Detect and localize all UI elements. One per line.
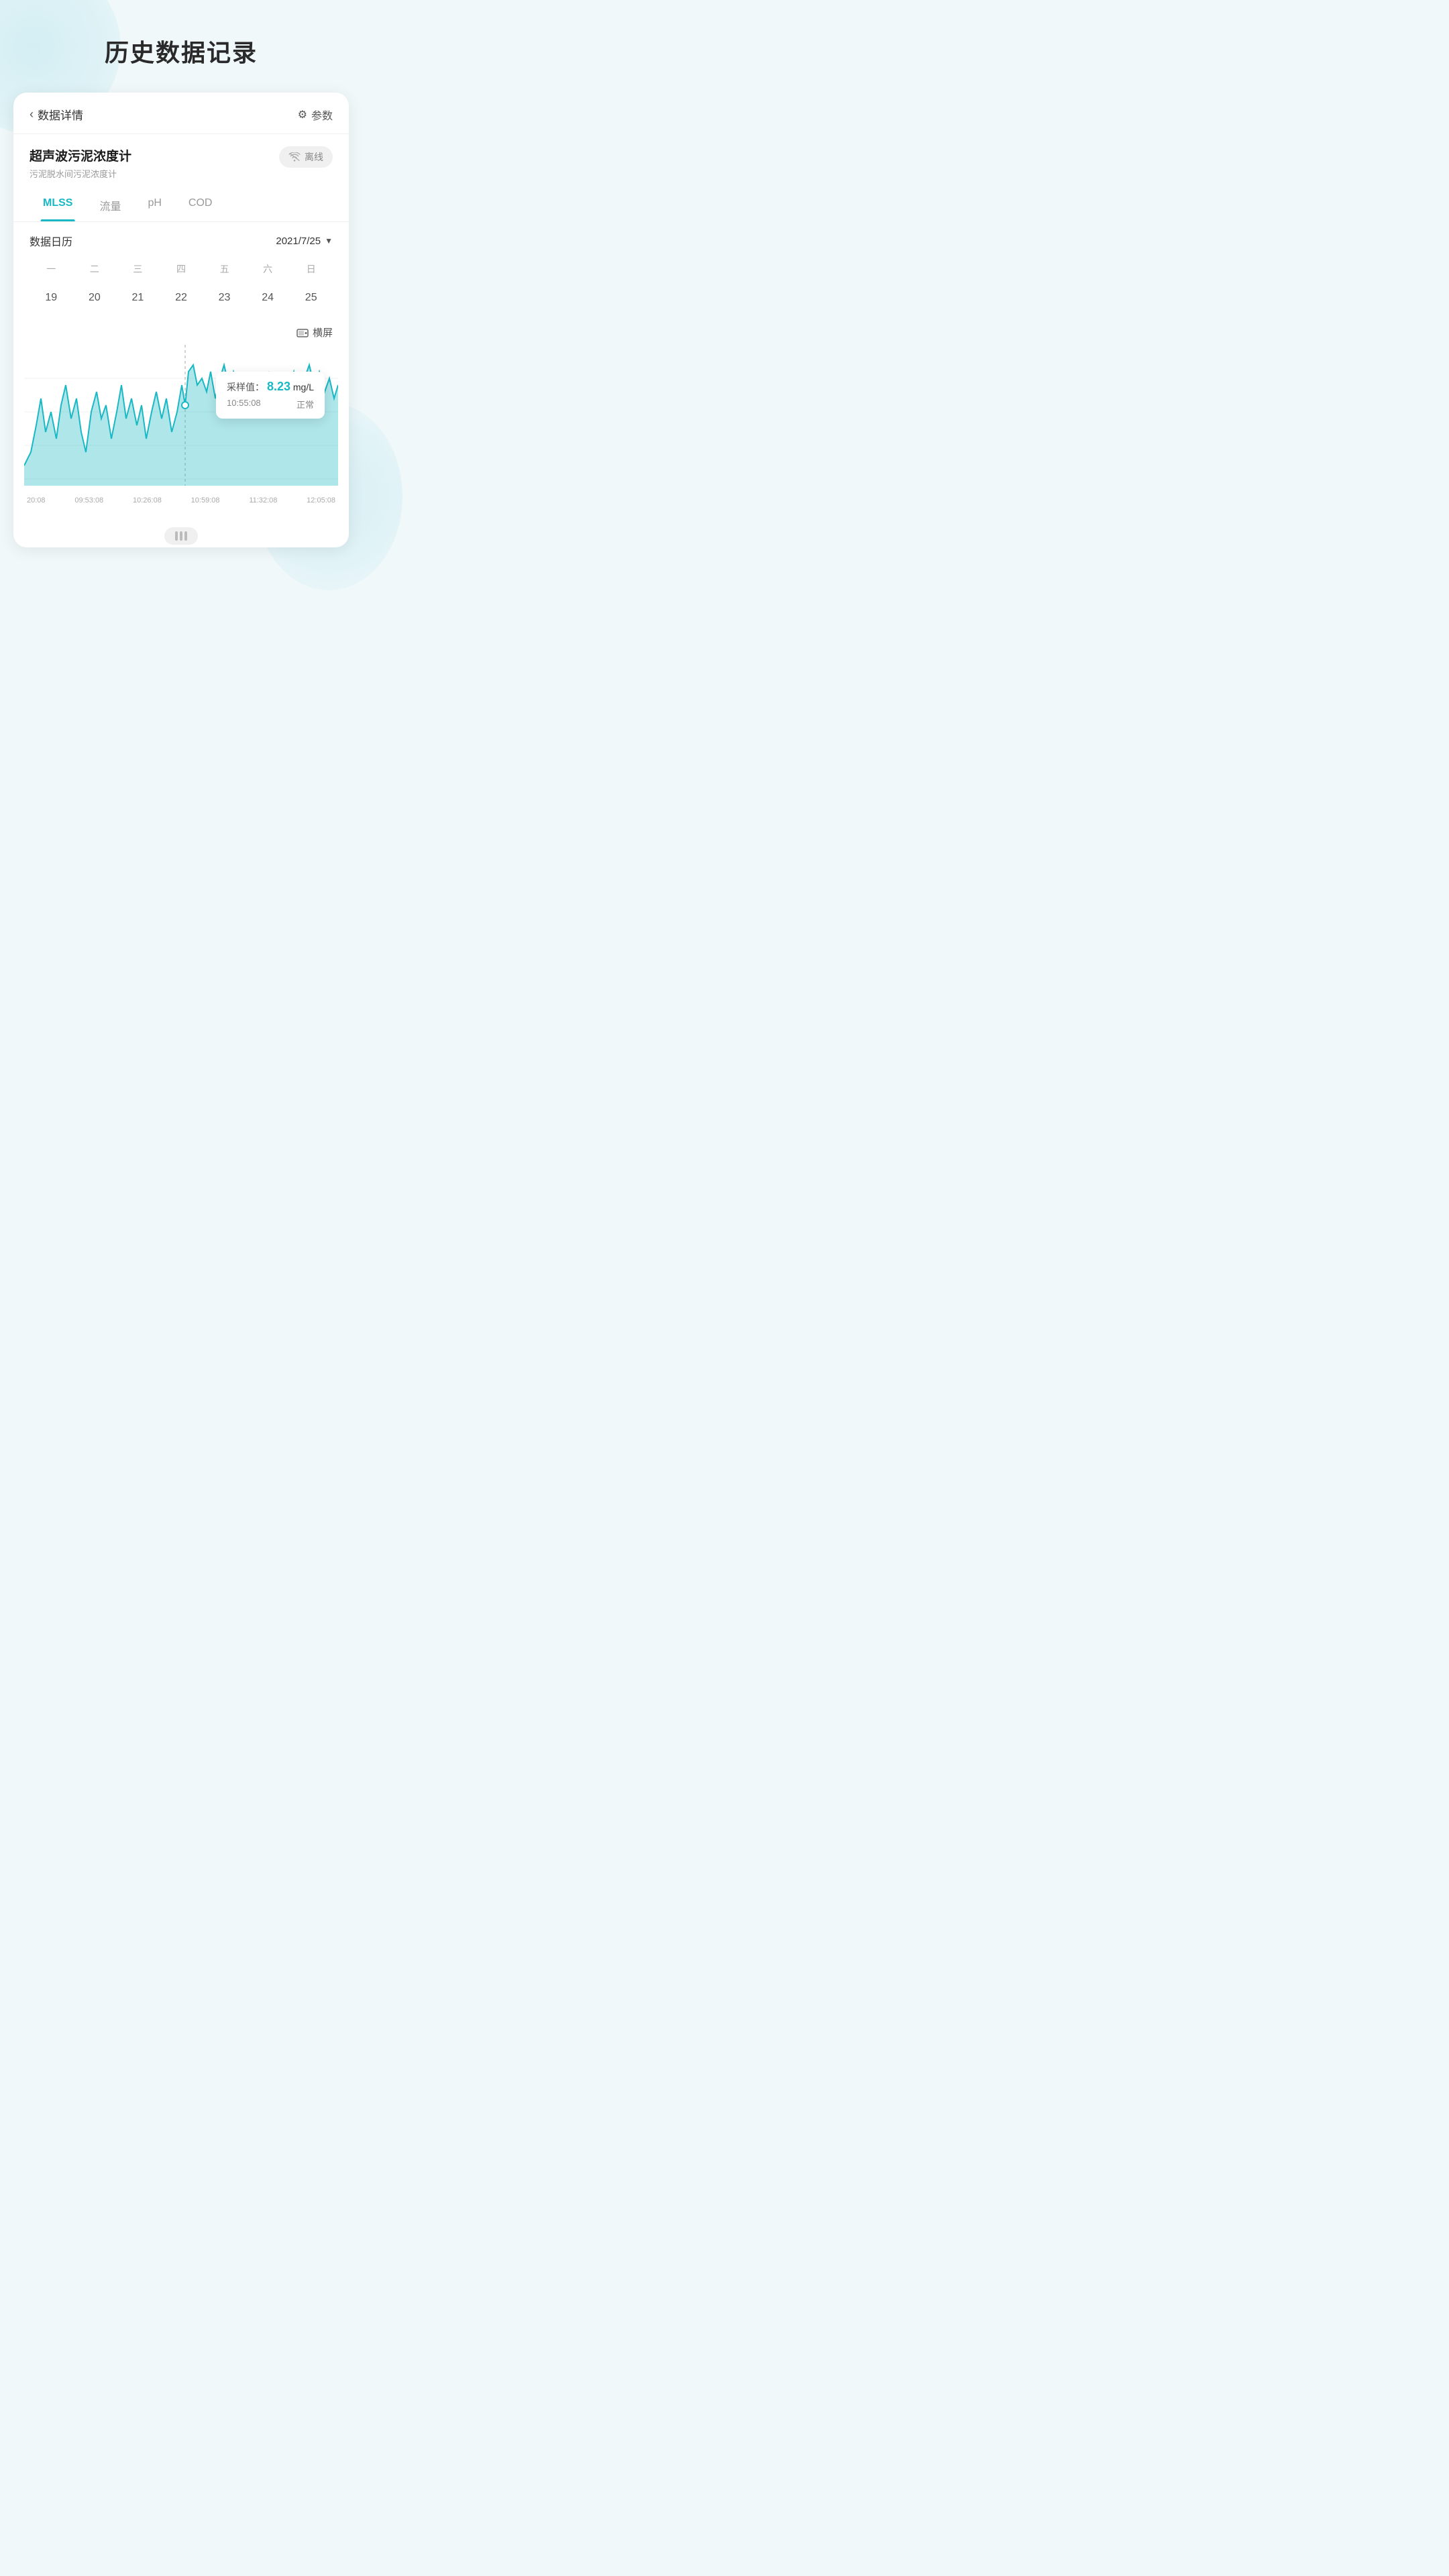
chart-container[interactable]: 采样值： 8.23 mg/L 10:55:08 正常 <box>24 345 338 492</box>
landscape-icon <box>297 327 309 338</box>
weekday-sun: 日 <box>289 260 333 278</box>
day-24[interactable]: 24 <box>246 285 290 311</box>
bottom-handle-area <box>13 521 349 547</box>
day-19[interactable]: 19 <box>30 285 73 311</box>
day-20[interactable]: 20 <box>73 285 117 311</box>
weekday-fri: 五 <box>203 260 246 278</box>
x-label-0: 20:08 <box>27 496 46 504</box>
tooltip-row2: 10:55:08 正常 <box>227 398 314 411</box>
params-icon: ⚙ <box>298 108 307 121</box>
day-25-selected: 25 <box>305 292 317 303</box>
x-label-4: 11:32:08 <box>249 496 277 504</box>
tooltip-unit: mg/L <box>293 382 314 392</box>
tooltip-status: 正常 <box>297 398 314 411</box>
status-badge: 离线 <box>279 146 333 168</box>
back-arrow-icon: ‹ <box>30 107 34 121</box>
device-subtitle: 污泥脱水间污泥浓度计 <box>30 167 131 180</box>
weekday-sat: 六 <box>246 260 290 278</box>
weekday-mon: 一 <box>30 260 73 278</box>
day-22[interactable]: 22 <box>160 285 203 311</box>
tooltip-value: 8.23 <box>267 380 290 393</box>
handle-dot-1 <box>175 531 178 541</box>
day-25[interactable]: 25 <box>289 285 333 311</box>
weekday-thu: 四 <box>160 260 203 278</box>
calendar-weekdays: 一 二 三 四 五 六 日 <box>30 260 333 278</box>
x-label-5: 12:05:08 <box>307 496 335 504</box>
tab-mlss[interactable]: MLSS <box>30 189 86 221</box>
calendar-header: 数据日历 2021/7/25 ▼ <box>30 233 333 249</box>
params-label: 参数 <box>311 107 333 123</box>
back-button[interactable]: ‹ 数据详情 <box>30 106 83 123</box>
x-axis-labels: 20:08 09:53:08 10:26:08 10:59:08 11:32:0… <box>24 492 338 504</box>
device-info: 超声波污泥浓度计 污泥脱水间污泥浓度计 <box>30 146 131 180</box>
wifi-offline-icon <box>288 152 301 162</box>
offline-status-label: 离线 <box>305 150 323 164</box>
device-name: 超声波污泥浓度计 <box>30 146 131 164</box>
weekday-wed: 三 <box>116 260 160 278</box>
landscape-button[interactable]: 横屏 <box>297 325 333 339</box>
tab-flow[interactable]: 流量 <box>86 189 134 221</box>
date-selector[interactable]: 2021/7/25 ▼ <box>276 235 333 247</box>
calendar-title: 数据日历 <box>30 233 72 249</box>
landscape-btn-area: 横屏 <box>13 321 349 345</box>
tooltip-time: 10:55:08 <box>227 398 261 411</box>
selected-date-label: 2021/7/25 <box>276 235 321 247</box>
handle-dot-2 <box>180 531 182 541</box>
x-label-1: 09:53:08 <box>74 496 103 504</box>
x-label-3: 10:59:08 <box>191 496 220 504</box>
dropdown-arrow-icon: ▼ <box>325 236 333 246</box>
tab-ph[interactable]: pH <box>134 189 174 221</box>
back-label: 数据详情 <box>38 106 83 123</box>
chart-svg <box>24 345 338 492</box>
params-button[interactable]: ⚙ 参数 <box>298 107 333 123</box>
tooltip-label: 采样值： 8.23 mg/L <box>227 380 314 394</box>
weekday-tue: 二 <box>73 260 117 278</box>
tab-cod[interactable]: COD <box>175 189 226 221</box>
calendar-days: 19 20 21 22 23 24 25 <box>30 285 333 311</box>
handle-dot-3 <box>184 531 187 541</box>
handle-bar[interactable] <box>164 527 198 545</box>
x-label-2: 10:26:08 <box>133 496 162 504</box>
calendar-section: 数据日历 2021/7/25 ▼ 一 二 三 四 五 六 日 19 20 21 … <box>13 222 349 321</box>
day-21[interactable]: 21 <box>116 285 160 311</box>
chart-tooltip: 采样值： 8.23 mg/L 10:55:08 正常 <box>216 372 325 419</box>
chart-wrapper: 采样值： 8.23 mg/L 10:55:08 正常 20:08 09:53:0… <box>13 345 349 521</box>
tabs-bar: MLSS 流量 pH COD <box>13 189 349 222</box>
main-card: ‹ 数据详情 ⚙ 参数 超声波污泥浓度计 污泥脱水间污泥浓度计 <box>13 93 349 547</box>
card-header: ‹ 数据详情 ⚙ 参数 <box>13 93 349 134</box>
device-section: 超声波污泥浓度计 污泥脱水间污泥浓度计 离线 <box>13 134 349 189</box>
day-23[interactable]: 23 <box>203 285 246 311</box>
landscape-label: 横屏 <box>313 325 333 339</box>
page-title: 历史数据记录 <box>105 34 258 68</box>
